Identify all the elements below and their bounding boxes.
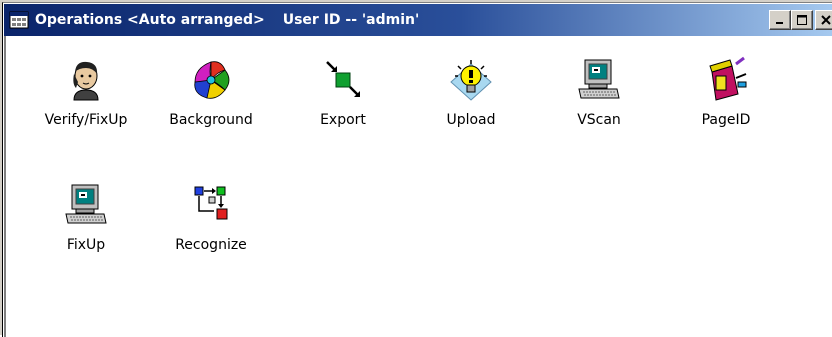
person-head-icon [73,61,99,101]
recognize-item[interactable]: Recognize [156,181,266,281]
export-arrows-icon [326,61,360,97]
maximize-icon [797,15,807,25]
maximize-button[interactable] [791,10,813,30]
window-user-id: User ID -- 'admin' [282,12,420,28]
operations-window: Operations <Auto arranged> User ID -- 'a… [0,0,832,337]
minimize-icon [776,22,783,24]
minimize-button[interactable] [769,10,791,30]
upload-item[interactable]: Upload [416,56,526,156]
computer-terminal-icon [578,59,620,99]
fixup-item[interactable]: FixUp [31,181,141,281]
title-bar[interactable]: Operations <Auto arranged> User ID -- 'a… [4,4,832,36]
icon-label: VScan [577,112,621,128]
icon-label: Background [169,112,253,128]
background-item[interactable]: Background [156,56,266,156]
export-item[interactable]: Export [288,56,398,156]
icon-label: Recognize [175,237,247,253]
icon-label: Verify/FixUp [44,112,128,128]
computer-terminal-icon [65,184,107,224]
pageid-item[interactable]: PageID [671,56,781,156]
close-icon [820,15,831,25]
close-button[interactable] [815,10,832,30]
icon-label: Export [320,112,366,128]
paint-bucket-icon [709,56,747,101]
flow-diagram-icon [194,186,228,220]
colored-puzzle-icon [194,61,230,99]
icon-label: FixUp [66,237,106,253]
icon-area: Verify/FixUp Background Export Upload VS… [4,36,832,337]
window-app-icon [9,11,29,29]
icon-label: Upload [446,112,496,128]
verify-fixup-item[interactable]: Verify/FixUp [31,56,141,156]
window-title: Operations <Auto arranged> [35,12,265,28]
vscan-item[interactable]: VScan [544,56,654,156]
lightbulb-icon [450,60,492,101]
icon-label: PageID [701,112,751,128]
